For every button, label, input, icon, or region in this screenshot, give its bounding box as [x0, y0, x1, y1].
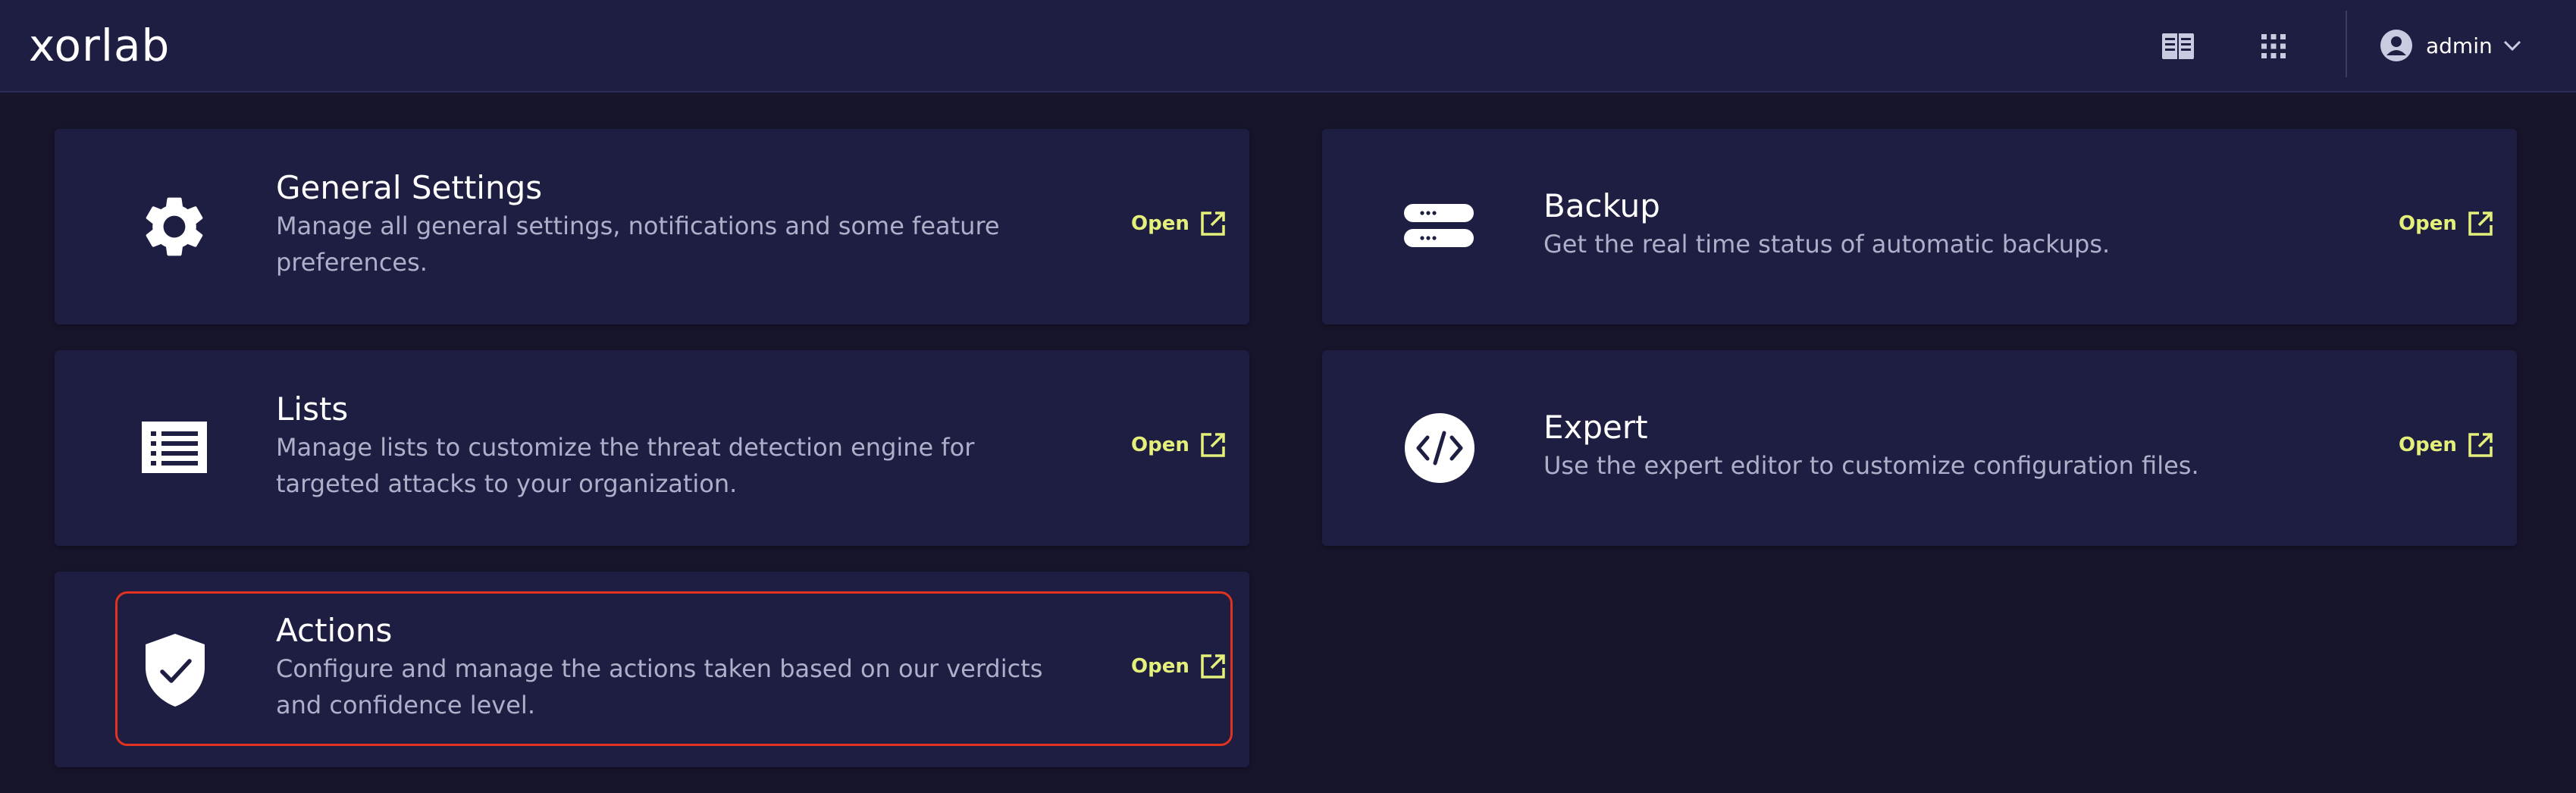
card-title: Backup: [1543, 187, 1660, 224]
user-menu[interactable]: admin: [2380, 23, 2521, 68]
card-general-settings: General Settings Manage all general sett…: [55, 129, 1249, 324]
card-description: Use the expert editor to customize confi…: [1543, 451, 2199, 480]
grid-icon[interactable]: [2255, 27, 2292, 65]
card-backup: Backup Get the real time status of autom…: [1322, 129, 2517, 324]
card-description: Configure and manage the actions taken b…: [276, 654, 1043, 719]
book-open-icon[interactable]: [2159, 27, 2197, 65]
external-link-icon: [2468, 211, 2493, 237]
card-description: Manage all general settings, notificatio…: [276, 212, 1000, 277]
list-icon: [138, 417, 211, 478]
chevron-down-icon: [2503, 39, 2521, 52]
open-link[interactable]: Open: [2399, 211, 2493, 237]
card-description: Manage lists to customize the threat det…: [276, 433, 975, 498]
card-title: General Settings: [276, 169, 543, 206]
external-link-icon: [1200, 654, 1226, 679]
top-bar: xorlab admin: [0, 0, 2576, 92]
gear-icon: [136, 189, 212, 265]
external-link-icon: [1200, 432, 1226, 458]
open-label: Open: [1131, 434, 1189, 456]
card-actions: Actions Configure and manage the actions…: [55, 572, 1249, 767]
open-label: Open: [1131, 212, 1189, 235]
card-expert: Expert Use the expert editor to customiz…: [1322, 350, 2517, 546]
external-link-icon: [1200, 211, 1226, 237]
card-lists: Lists Manage lists to customize the thre…: [55, 350, 1249, 546]
external-link-icon: [2468, 432, 2493, 458]
open-label: Open: [1131, 655, 1189, 678]
code-icon: [1404, 412, 1475, 484]
user-name: admin: [2426, 33, 2493, 58]
open-link[interactable]: Open: [1131, 654, 1226, 679]
open-label: Open: [2399, 434, 2457, 456]
card-title: Lists: [276, 390, 349, 428]
card-description: Get the real time status of automatic ba…: [1543, 230, 2111, 259]
shield-check-icon: [141, 631, 209, 710]
card-title: Expert: [1543, 409, 1648, 446]
open-link[interactable]: Open: [1131, 211, 1226, 237]
open-label: Open: [2399, 212, 2457, 235]
xorlab-logo[interactable]: xorlab: [29, 21, 170, 70]
open-link[interactable]: Open: [1131, 432, 1226, 458]
top-bar-divider: [2346, 11, 2347, 77]
user-circle-icon: [2380, 30, 2412, 61]
card-title: Actions: [276, 612, 393, 649]
open-link[interactable]: Open: [2399, 432, 2493, 458]
server-icon: [1402, 202, 1475, 250]
